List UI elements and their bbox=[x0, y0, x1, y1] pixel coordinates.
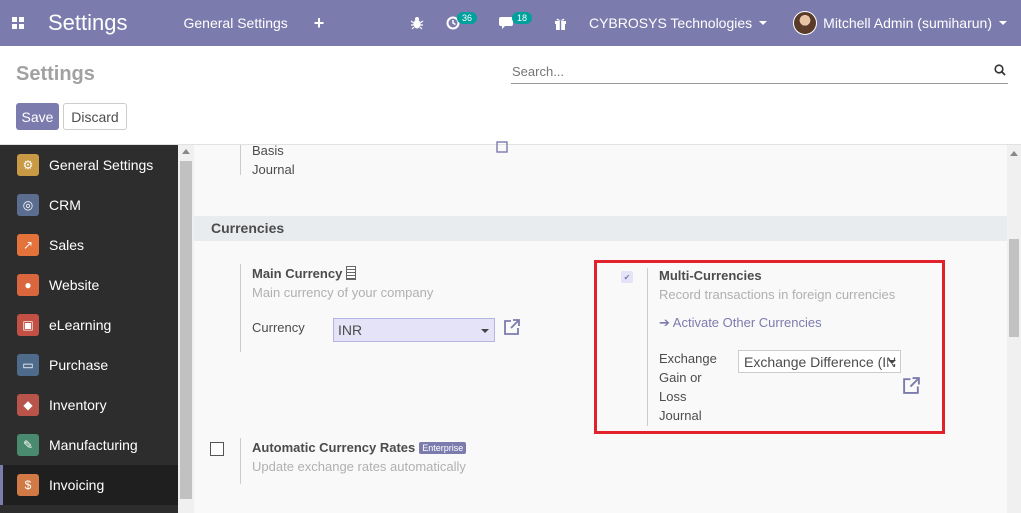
sidebar-item-general-settings[interactable]: ⚙ General Settings bbox=[0, 145, 178, 185]
sidebar-scroll-thumb[interactable] bbox=[180, 161, 192, 499]
sidebar-item-label: Manufacturing bbox=[49, 437, 138, 453]
sidebar-item-label: General Settings bbox=[49, 157, 154, 173]
user-menu[interactable]: Mitchell Admin (sumiharun) bbox=[793, 11, 1007, 35]
wrench-icon: ✎ bbox=[17, 434, 39, 456]
building-icon bbox=[346, 266, 357, 280]
gear-icon: ⚙ bbox=[17, 154, 39, 176]
sidebar-scrollbar[interactable] bbox=[178, 145, 194, 513]
card-icon: ▭ bbox=[17, 354, 39, 376]
control-panel: Settings Save Discard bbox=[0, 46, 1021, 145]
sidebar-item-label: Invoicing bbox=[49, 477, 105, 493]
elearning-icon: ▣ bbox=[17, 314, 39, 336]
content-scroll-thumb[interactable] bbox=[1009, 239, 1019, 337]
discard-button[interactable]: Discard bbox=[63, 103, 127, 130]
scroll-up-icon[interactable] bbox=[182, 149, 190, 154]
chevron-down-icon bbox=[888, 360, 896, 364]
sidebar-item-invoicing[interactable]: $ Invoicing bbox=[0, 465, 178, 505]
section-title: Currencies bbox=[211, 220, 285, 236]
currency-select[interactable]: INR bbox=[333, 318, 495, 342]
external-link-icon[interactable] bbox=[496, 139, 510, 153]
sidebar-item-purchase[interactable]: ▭ Purchase bbox=[0, 345, 178, 385]
main-currency-setting: Main Currency Main currency of your comp… bbox=[240, 264, 540, 352]
sidebar-item-label: Website bbox=[49, 277, 100, 293]
sidebar-item-label: eLearning bbox=[49, 317, 112, 333]
settings-content: Basis Journal Currencies Main Currency M… bbox=[194, 141, 1007, 513]
main-currency-title: Main Currency bbox=[252, 266, 357, 281]
add-menu-icon[interactable]: + bbox=[314, 13, 325, 34]
automatic-rates-title: Automatic Currency Rates Enterprise bbox=[252, 440, 467, 455]
search-input[interactable] bbox=[511, 60, 981, 82]
search-icon[interactable] bbox=[994, 64, 1006, 76]
exchange-journal-select[interactable]: Exchange Difference (IN bbox=[738, 350, 901, 373]
sidebar-item-label: Sales bbox=[49, 237, 85, 253]
avatar bbox=[793, 11, 818, 35]
company-switcher[interactable]: CYBROSYS Technologies bbox=[588, 15, 768, 31]
previous-label-line-2: Journal bbox=[252, 162, 295, 177]
settings-sidebar: ⚙ General Settings ◎ CRM ↗ Sales ● Websi… bbox=[0, 145, 178, 513]
activity-count-badge: 36 bbox=[456, 12, 477, 24]
automatic-rates-checkbox[interactable] bbox=[210, 442, 224, 456]
user-name: Mitchell Admin (sumiharun) bbox=[823, 15, 992, 31]
highlight-frame: ✔ Multi-Currencies Record transactions i… bbox=[594, 260, 945, 434]
chevron-down-icon bbox=[999, 21, 1007, 25]
search-bar bbox=[511, 60, 1008, 84]
gift-icon[interactable] bbox=[554, 17, 567, 30]
multi-currencies-title: Multi-Currencies bbox=[659, 268, 762, 283]
company-name: CYBROSYS Technologies bbox=[588, 15, 753, 31]
box-icon: ◆ bbox=[17, 394, 39, 416]
enterprise-badge: Enterprise bbox=[419, 442, 467, 454]
chart-icon: ↗ bbox=[17, 234, 39, 256]
menu-general-settings[interactable]: General Settings bbox=[184, 15, 288, 31]
sidebar-item-inventory[interactable]: ◆ Inventory bbox=[0, 385, 178, 425]
messages-icon[interactable]: 18 bbox=[498, 12, 532, 30]
invoice-icon: $ bbox=[17, 474, 39, 496]
external-link-icon[interactable] bbox=[902, 376, 921, 395]
sidebar-item-elearning[interactable]: ▣ eLearning bbox=[0, 305, 178, 345]
sidebar-item-website[interactable]: ● Website bbox=[0, 265, 178, 305]
currency-label: Currency bbox=[252, 320, 305, 335]
content-scrollbar[interactable] bbox=[1007, 145, 1021, 513]
main-currency-description: Main currency of your company bbox=[252, 285, 434, 300]
save-button[interactable]: Save bbox=[16, 103, 59, 130]
previous-setting: Basis Journal bbox=[240, 143, 295, 177]
multi-currencies-description: Record transactions in foreign currencie… bbox=[659, 287, 896, 302]
exchange-journal-label: Exchange Gain or Loss Journal bbox=[659, 351, 717, 423]
handshake-icon: ◎ bbox=[17, 194, 39, 216]
message-count-badge: 18 bbox=[511, 12, 532, 24]
apps-menu-icon[interactable] bbox=[2, 0, 34, 46]
chevron-down-icon bbox=[759, 21, 768, 25]
sidebar-item-label: Purchase bbox=[49, 357, 109, 373]
app-brand[interactable]: Settings bbox=[48, 10, 128, 36]
previous-label-line-1: Basis bbox=[252, 143, 284, 158]
sidebar-item-crm[interactable]: ◎ CRM bbox=[0, 185, 178, 225]
automatic-rates-setting: Automatic Currency Rates Enterprise Updat… bbox=[240, 438, 540, 484]
chevron-down-icon bbox=[481, 329, 489, 333]
multi-currencies-checkbox[interactable]: ✔ bbox=[621, 271, 633, 283]
sidebar-item-sales[interactable]: ↗ Sales bbox=[0, 225, 178, 265]
sidebar-item-manufacturing[interactable]: ✎ Manufacturing bbox=[0, 425, 178, 465]
exchange-journal-value: Exchange Difference (IN bbox=[744, 353, 897, 370]
activity-icon[interactable]: 36 bbox=[446, 12, 477, 30]
multi-currencies-setting: Multi-Currencies Record transactions in … bbox=[647, 268, 937, 426]
top-navbar: Settings General Settings + 36 18 CYBROS… bbox=[0, 0, 1021, 46]
globe-icon: ● bbox=[17, 274, 39, 296]
scroll-up-icon[interactable] bbox=[1010, 151, 1018, 156]
debug-icon[interactable] bbox=[410, 16, 424, 30]
currency-value: INR bbox=[338, 322, 363, 338]
automatic-rates-description: Update exchange rates automatically bbox=[252, 459, 466, 474]
sidebar-item-label: CRM bbox=[49, 197, 81, 213]
activate-currencies-link[interactable]: ➔ Activate Other Currencies bbox=[659, 315, 822, 331]
arrow-right-icon: ➔ bbox=[659, 315, 673, 330]
page-title: Settings bbox=[16, 63, 95, 85]
sidebar-item-label: Inventory bbox=[49, 397, 107, 413]
external-link-icon[interactable] bbox=[503, 318, 521, 336]
section-header-currencies: Currencies bbox=[194, 216, 1007, 241]
